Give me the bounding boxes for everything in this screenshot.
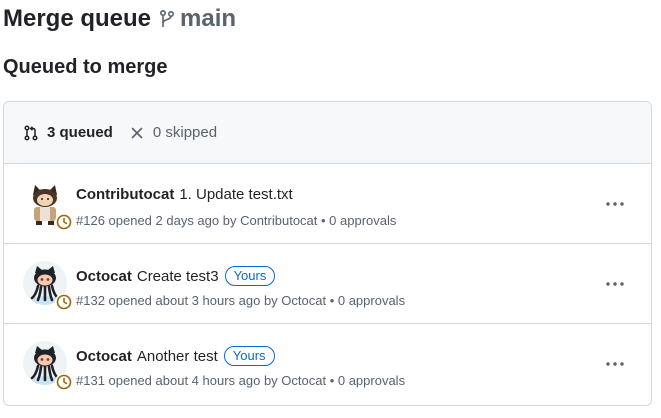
queue-entry: Contributocat 1. Update test.txt #126 op… (4, 164, 651, 244)
queue-summary: 3 queued 0 skipped (4, 102, 651, 164)
skipped-count: 0 skipped (131, 124, 217, 141)
pr-meta: #126 opened 2 days ago by Contributocat … (76, 213, 397, 228)
more-options-button[interactable] (599, 272, 631, 296)
pr-title[interactable]: Create test3 (137, 268, 219, 285)
pr-title[interactable]: 1. Update test.txt (179, 186, 292, 203)
pr-title[interactable]: Another test (137, 348, 218, 365)
pr-meta: #131 opened about 4 hours ago by Octocat… (76, 373, 406, 388)
queue-entry: Octocat Another test Yours #131 opened a… (4, 324, 651, 404)
kebab-horizontal-icon (605, 201, 625, 207)
kebab-horizontal-icon (605, 281, 625, 287)
pr-title-line: Contributocat 1. Update test.txt (76, 186, 293, 203)
clock-icon (55, 373, 73, 391)
section-title: Queued to merge (3, 56, 168, 78)
x-icon (131, 127, 143, 139)
page-title-row: Merge queue main (3, 5, 236, 33)
octocat-avatar[interactable] (23, 261, 73, 311)
more-options-button[interactable] (599, 352, 631, 376)
kebab-horizontal-icon (605, 361, 625, 367)
merge-queue-panel: 3 queued 0 skipped Contributocat 1. Upda… (3, 101, 652, 406)
pr-author[interactable]: Octocat (76, 348, 132, 365)
yours-badge: Yours (224, 266, 276, 286)
pr-meta: #132 opened about 3 hours ago by Octocat… (76, 293, 406, 308)
queue-entry: Octocat Create test3 Yours #132 opened a… (4, 244, 651, 324)
clock-icon (55, 213, 73, 231)
pr-author[interactable]: Contributocat (76, 186, 174, 203)
clock-icon (55, 293, 73, 311)
pr-title-line: Octocat Another test Yours (76, 346, 275, 366)
branch-name[interactable]: main (180, 5, 236, 33)
yours-badge: Yours (223, 346, 275, 366)
skipped-label: 0 skipped (152, 124, 218, 141)
git-branch-icon (160, 10, 175, 28)
page-title: Merge queue (3, 5, 152, 32)
queued-label: 3 queued (47, 124, 113, 141)
more-options-button[interactable] (599, 192, 631, 216)
octocat-avatar[interactable] (23, 341, 73, 391)
git-pull-request-icon (23, 124, 39, 141)
contributocat-avatar[interactable] (23, 181, 73, 231)
queued-count: 3 queued (23, 124, 113, 141)
pr-title-line: Octocat Create test3 Yours (76, 266, 276, 286)
pr-author[interactable]: Octocat (76, 268, 132, 285)
